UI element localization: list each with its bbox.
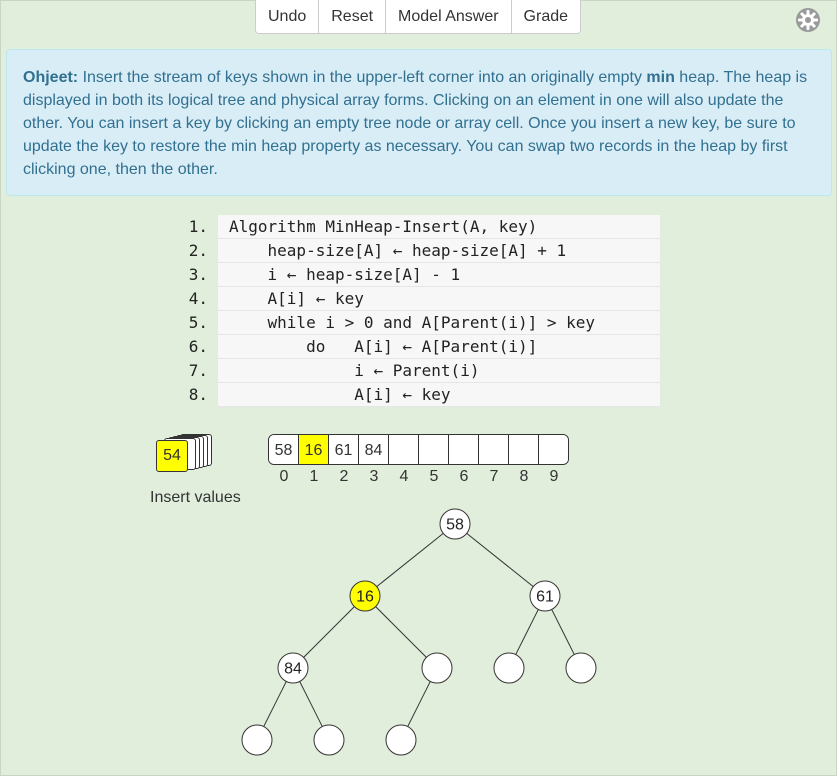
tree-edge xyxy=(407,681,431,727)
tree-edge xyxy=(376,532,444,588)
tree-edge xyxy=(375,606,427,658)
tree-node[interactable] xyxy=(241,724,273,756)
tree-edge xyxy=(263,681,287,727)
tree-edge xyxy=(515,609,539,655)
tree-node[interactable]: 58 xyxy=(439,508,471,540)
tree-node-value: 61 xyxy=(536,589,554,606)
tree-node[interactable] xyxy=(313,724,345,756)
tree-node[interactable] xyxy=(565,652,597,684)
tree-node-value: 58 xyxy=(446,517,464,534)
tree-node[interactable]: 84 xyxy=(277,652,309,684)
tree-node-value: 16 xyxy=(356,589,374,606)
heap-tree: 58 16 61 84 xyxy=(241,508,597,756)
tree-node-value: 84 xyxy=(284,661,302,678)
tree-edge xyxy=(303,606,355,658)
tree-node[interactable] xyxy=(493,652,525,684)
tree-edge xyxy=(466,532,534,588)
tree-edge xyxy=(551,609,575,655)
tree-edge xyxy=(299,681,323,727)
tree-node[interactable]: 16 xyxy=(349,580,381,612)
tree-node[interactable]: 61 xyxy=(529,580,561,612)
tree-node[interactable] xyxy=(421,652,453,684)
tree-node[interactable] xyxy=(385,724,417,756)
